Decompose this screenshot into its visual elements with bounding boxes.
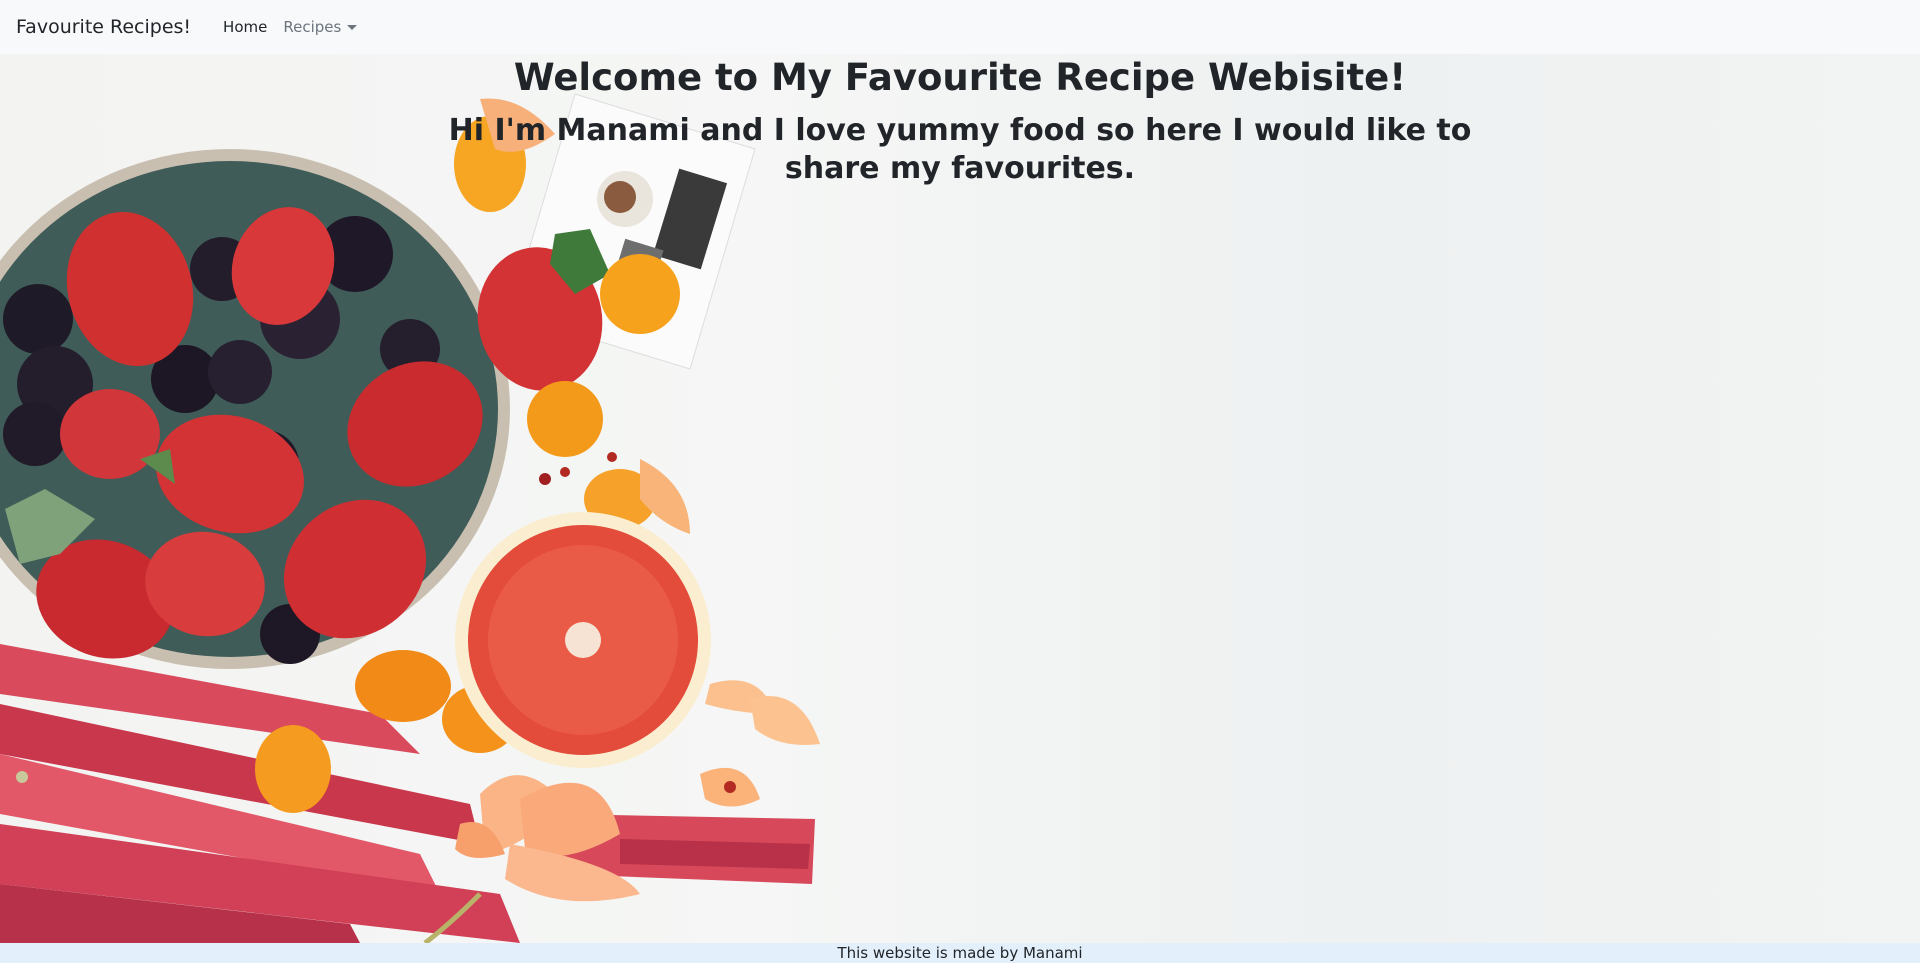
navbar: Favourite Recipes! Home Recipes — [0, 0, 1920, 54]
navbar-brand[interactable]: Favourite Recipes! — [16, 16, 191, 38]
fruit-bowl — [0, 149, 510, 669]
page-title: Welcome to My Favourite Recipe Webisite! — [513, 56, 1407, 99]
nav-home-link[interactable]: Home — [215, 18, 275, 36]
nav-recipes-dropdown[interactable]: Recipes — [275, 18, 365, 36]
hero-section: Welcome to My Favourite Recipe Webisite!… — [0, 54, 1920, 943]
chevron-down-icon — [347, 24, 358, 30]
page-subtitle: Hi I'm Manami and I love yummy food so h… — [448, 113, 1472, 186]
footer-text: This website is made by Manami — [837, 944, 1083, 962]
footer: This website is made by Manami — [0, 943, 1920, 963]
nav-recipes-label: Recipes — [283, 18, 342, 36]
